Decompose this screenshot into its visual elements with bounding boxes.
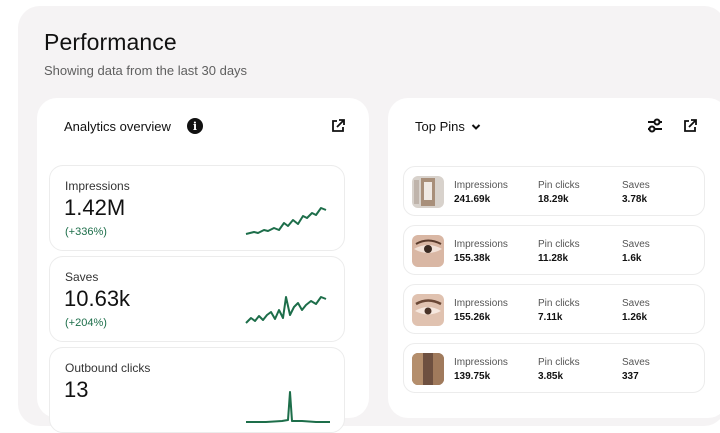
analytics-overview-card: Analytics overview i Impressions 1.42M (… [37, 98, 369, 433]
saves-value: 1.6k [622, 253, 642, 264]
top-pin-row[interactable]: Impressions 155.26k Pin clicks 7.11k Saves… [403, 284, 705, 334]
impressions-value: 241.69k [454, 194, 491, 205]
metric-change: (+336%) [65, 226, 107, 238]
pin-clicks-value: 18.29k [538, 194, 569, 205]
top-pin-row[interactable]: Impressions 241.69k Pin clicks 18.29k Save… [403, 166, 705, 216]
page-subtitle: Showing data from the last 30 days [44, 63, 248, 78]
metric-label: Impressions [65, 179, 130, 193]
metric-label: Saves [65, 270, 99, 284]
pin-clicks-label: Pin clicks [538, 298, 580, 309]
chevron-down-icon [471, 123, 481, 130]
sliders-icon[interactable] [646, 117, 664, 135]
top-pin-row[interactable]: Impressions 155.38k Pin clicks 11.28k Save… [403, 225, 705, 275]
top-pins-title: Top Pins [415, 119, 465, 134]
top-pins-dropdown[interactable]: Top Pins [415, 119, 481, 134]
pin-clicks-value: 7.11k [538, 312, 563, 323]
pin-clicks-value: 11.28k [538, 253, 569, 264]
page-title: Performance [44, 29, 177, 55]
outbound-clicks-sparkline [246, 391, 330, 423]
metric-value: 13 [64, 377, 89, 402]
saves-label: Saves [622, 298, 650, 309]
pin-thumbnail [412, 353, 444, 385]
info-icon[interactable]: i [187, 118, 203, 134]
metric-value: 10.63k [64, 286, 131, 311]
saves-label: Saves [622, 239, 650, 250]
impressions-sparkline [245, 207, 327, 235]
saves-label: Saves [622, 180, 650, 191]
metric-outbound-clicks[interactable]: Outbound clicks 13 [49, 347, 345, 433]
analytics-overview-title: Analytics overview [64, 119, 171, 134]
impressions-label: Impressions [454, 357, 508, 368]
pin-clicks-label: Pin clicks [538, 357, 580, 368]
saves-sparkline [245, 296, 327, 324]
impressions-value: 155.26k [454, 312, 491, 323]
impressions-label: Impressions [454, 180, 508, 191]
metric-saves[interactable]: Saves 10.63k (+204%) [49, 256, 345, 342]
metric-change: (+204%) [65, 317, 107, 329]
pin-clicks-label: Pin clicks [538, 239, 580, 250]
top-pin-row[interactable]: Impressions 139.75k Pin clicks 3.85k Saves… [403, 343, 705, 393]
impressions-label: Impressions [454, 239, 508, 250]
impressions-value: 139.75k [454, 371, 491, 382]
top-pins-card: Top Pins Impressions 241.69k Pin clicks 18… [388, 98, 720, 418]
pin-thumbnail [412, 176, 444, 208]
saves-value: 1.26k [622, 312, 648, 323]
saves-value: 337 [622, 371, 639, 382]
pin-clicks-label: Pin clicks [538, 180, 580, 191]
pin-thumbnail [412, 235, 444, 267]
metric-label: Outbound clicks [65, 361, 151, 375]
saves-value: 3.78k [622, 194, 648, 205]
pin-clicks-value: 3.85k [538, 371, 564, 382]
metric-impressions[interactable]: Impressions 1.42M (+336%) [49, 165, 345, 251]
external-link-icon[interactable] [330, 118, 346, 134]
impressions-label: Impressions [454, 298, 508, 309]
saves-label: Saves [622, 357, 650, 368]
metric-value: 1.42M [64, 195, 126, 220]
pin-thumbnail [412, 294, 444, 326]
external-link-icon[interactable] [682, 118, 698, 134]
impressions-value: 155.38k [454, 253, 491, 264]
